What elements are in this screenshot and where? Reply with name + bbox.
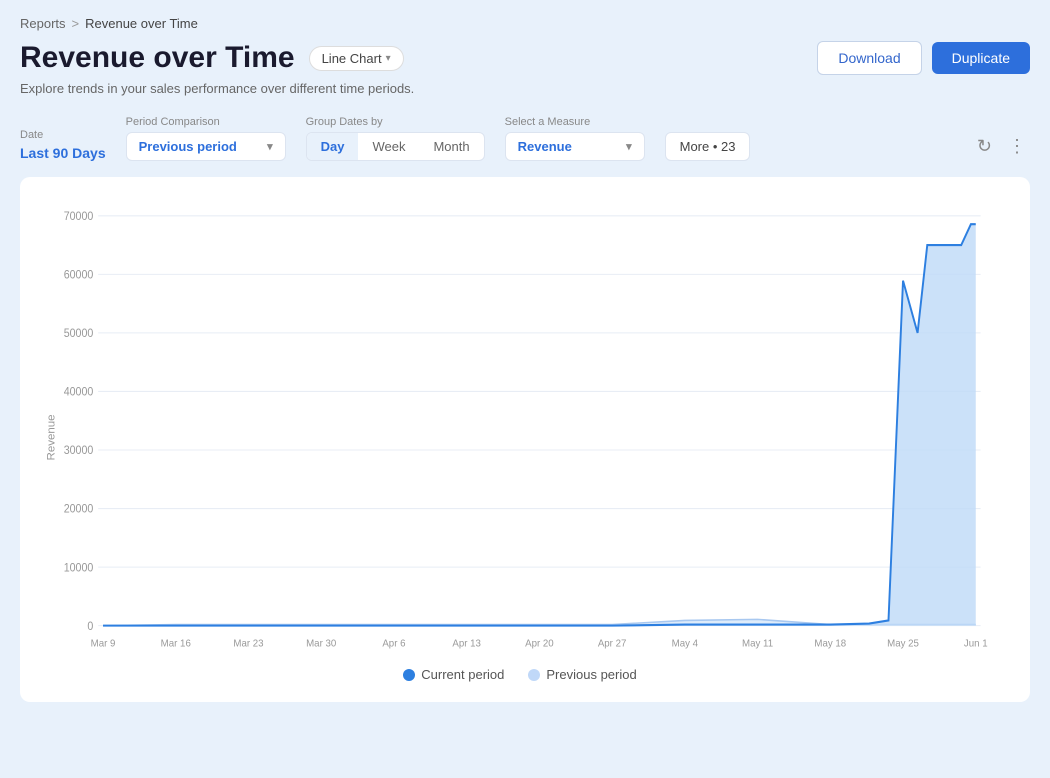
title-row: Revenue over Time Line Chart ▾: [20, 41, 404, 75]
group-week-button[interactable]: Week: [358, 133, 419, 160]
svg-text:30000: 30000: [64, 445, 94, 457]
breadcrumb-current: Revenue over Time: [85, 16, 198, 31]
chart-svg: 0 10000 20000 30000 40000 50000 60000 70…: [40, 197, 1000, 657]
svg-text:May 4: May 4: [672, 638, 699, 649]
legend-previous: Previous period: [528, 667, 636, 682]
svg-text:Apr 27: Apr 27: [598, 638, 627, 649]
chart-type-label: Line Chart: [322, 51, 382, 66]
previous-period-dot: [528, 669, 540, 681]
svg-text:Mar 9: Mar 9: [91, 638, 116, 649]
breadcrumb-parent[interactable]: Reports: [20, 16, 66, 31]
more-options-button[interactable]: ⋮: [1004, 132, 1030, 161]
svg-text:May 25: May 25: [887, 638, 919, 649]
page-title: Revenue over Time: [20, 41, 295, 75]
chart-legend: Current period Previous period: [40, 667, 1000, 682]
svg-text:Mar 23: Mar 23: [233, 638, 264, 649]
date-filter-group: Date Last 90 Days: [20, 129, 106, 161]
svg-text:70000: 70000: [64, 211, 94, 223]
svg-text:50000: 50000: [64, 328, 94, 340]
chart-type-selector[interactable]: Line Chart ▾: [309, 46, 404, 71]
period-filter-label: Period Comparison: [126, 116, 286, 128]
period-filter-value: Previous period: [139, 139, 237, 154]
svg-text:May 18: May 18: [814, 638, 846, 649]
more-vertical-icon: ⋮: [1008, 136, 1026, 157]
date-filter-label: Date: [20, 129, 106, 141]
period-filter-select[interactable]: Previous period ▾: [126, 132, 286, 161]
current-period-line: [103, 224, 976, 625]
toolbar-right: ↻ ⋮: [973, 132, 1030, 161]
duplicate-button[interactable]: Duplicate: [932, 42, 1030, 74]
measure-filter-label: Select a Measure: [505, 116, 645, 128]
date-filter-value[interactable]: Last 90 Days: [20, 145, 106, 161]
svg-text:Jun 1: Jun 1: [964, 638, 988, 649]
legend-current: Current period: [403, 667, 504, 682]
chevron-down-icon: ▾: [267, 140, 273, 153]
svg-text:Mar 30: Mar 30: [306, 638, 337, 649]
group-dates-buttons: Day Week Month: [306, 132, 485, 161]
svg-text:10000: 10000: [64, 562, 94, 574]
svg-text:Revenue: Revenue: [46, 414, 58, 460]
breadcrumb-separator: >: [72, 16, 80, 31]
download-button[interactable]: Download: [817, 41, 921, 75]
chevron-down-icon: ▾: [626, 140, 632, 153]
measure-filter-group: Select a Measure Revenue ▾: [505, 116, 645, 161]
svg-text:Apr 6: Apr 6: [382, 638, 406, 649]
period-filter-group: Period Comparison Previous period ▾: [126, 116, 286, 161]
breadcrumb: Reports > Revenue over Time: [20, 16, 1030, 31]
group-month-button[interactable]: Month: [419, 133, 483, 160]
current-period-area: [103, 224, 976, 625]
chart-inner: 0 10000 20000 30000 40000 50000 60000 70…: [40, 197, 1000, 657]
group-dates-label: Group Dates by: [306, 116, 485, 128]
current-period-label: Current period: [421, 667, 504, 682]
previous-period-label: Previous period: [546, 667, 636, 682]
measure-filter-value: Revenue: [518, 139, 572, 154]
chevron-down-icon: ▾: [386, 53, 391, 64]
svg-text:Mar 16: Mar 16: [161, 638, 192, 649]
refresh-icon: ↻: [977, 136, 992, 157]
page-subtitle: Explore trends in your sales performance…: [20, 81, 1030, 96]
svg-text:Apr 13: Apr 13: [452, 638, 481, 649]
group-day-button[interactable]: Day: [307, 133, 359, 160]
svg-text:40000: 40000: [64, 386, 94, 398]
svg-text:20000: 20000: [64, 503, 94, 515]
svg-text:Comparison Transaction Day: Comparison Transaction Day: [464, 656, 615, 657]
header-actions: Download Duplicate: [817, 41, 1030, 75]
measure-filter-select[interactable]: Revenue ▾: [505, 132, 645, 161]
svg-text:Apr 20: Apr 20: [525, 638, 554, 649]
svg-text:0: 0: [87, 620, 93, 632]
svg-text:May 11: May 11: [742, 638, 773, 649]
chart-container: 0 10000 20000 30000 40000 50000 60000 70…: [20, 177, 1030, 702]
refresh-button[interactable]: ↻: [973, 132, 996, 161]
more-button[interactable]: More • 23: [665, 132, 751, 161]
group-dates-filter-group: Group Dates by Day Week Month: [306, 116, 485, 161]
current-period-dot: [403, 669, 415, 681]
svg-text:60000: 60000: [64, 269, 94, 281]
page-header: Revenue over Time Line Chart ▾ Download …: [20, 41, 1030, 75]
filters-row: Date Last 90 Days Period Comparison Prev…: [20, 116, 1030, 161]
